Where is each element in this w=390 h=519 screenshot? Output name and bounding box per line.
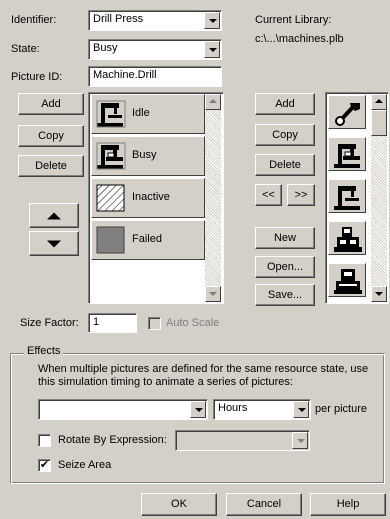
library-tile[interactable] — [328, 179, 366, 213]
size-factor-value: 1 — [93, 316, 100, 328]
rotate-expression-combo[interactable] — [175, 430, 310, 451]
rotate-label: Rotate By Expression: — [58, 434, 167, 446]
drill-press-busy-icon — [334, 144, 360, 168]
drill-press-icon — [96, 100, 126, 128]
state-label: State: — [11, 43, 40, 55]
library-prev-button[interactable]: << — [255, 184, 282, 206]
size-factor-label: Size Factor: — [20, 317, 79, 329]
cancel-button[interactable]: Cancel — [226, 493, 302, 516]
drill-press-busy-icon — [96, 142, 126, 170]
drill-press-icon — [334, 186, 360, 210]
scroll-thumb[interactable] — [371, 110, 387, 136]
add-picture-button[interactable]: Add — [18, 93, 84, 115]
per-picture-label: per picture — [315, 403, 367, 415]
scroll-down-icon[interactable] — [205, 286, 221, 302]
list-item-busy[interactable]: Busy — [91, 136, 205, 176]
picture-id-input[interactable]: Machine.Drill — [88, 66, 222, 87]
current-library-path: c:\...\machines.plb — [255, 33, 344, 45]
picture-list[interactable]: Idle Busy Inactive Failed — [88, 92, 224, 304]
library-scrollbar[interactable] — [371, 94, 387, 302]
library-tile[interactable] — [328, 263, 366, 297]
effects-title: Effects — [24, 345, 64, 357]
wrench-icon — [335, 103, 360, 126]
seize-area-label: Seize Area — [58, 459, 112, 471]
list-item-idle[interactable]: Idle — [91, 94, 205, 134]
chevron-down-icon[interactable] — [293, 401, 309, 418]
picture-label: Inactive — [132, 191, 170, 203]
identifier-combo[interactable]: Drill Press — [88, 10, 222, 31]
list-item-failed[interactable]: Failed — [91, 220, 205, 260]
picture-id-label: Picture ID: — [11, 71, 63, 83]
library-add-button[interactable]: Add — [255, 93, 315, 115]
library-tile[interactable] — [328, 95, 366, 129]
copy-picture-button[interactable]: Copy — [18, 125, 84, 147]
auto-scale-label: Auto Scale — [166, 317, 220, 329]
timing-combo[interactable] — [38, 399, 208, 420]
auto-scale-checkbox[interactable] — [148, 317, 161, 330]
move-up-button[interactable] — [29, 203, 79, 228]
list-item-inactive[interactable]: Inactive — [91, 178, 205, 218]
chevron-down-icon[interactable] — [204, 12, 220, 29]
picture-list-scrollbar[interactable] — [205, 94, 221, 302]
chevron-down-icon[interactable] — [190, 401, 206, 418]
library-save-button[interactable]: Save... — [255, 284, 315, 306]
library-new-button[interactable]: New — [255, 227, 315, 249]
gray-box-icon — [96, 226, 125, 254]
identifier-label: Identifier: — [11, 14, 57, 26]
library-tile[interactable] — [328, 221, 366, 255]
identifier-value: Drill Press — [93, 13, 144, 25]
picture-label: Busy — [132, 149, 157, 161]
library-tile[interactable] — [328, 137, 366, 171]
delete-picture-button[interactable]: Delete — [18, 155, 84, 177]
state-value: Busy — [93, 42, 118, 54]
library-copy-button[interactable]: Copy — [255, 124, 315, 146]
scroll-up-icon[interactable] — [205, 94, 221, 110]
hatched-box-icon — [96, 184, 125, 212]
chevron-down-icon[interactable] — [204, 41, 220, 58]
library-next-button[interactable]: >> — [287, 184, 315, 206]
library-delete-button[interactable]: Delete — [255, 154, 315, 176]
state-combo[interactable]: Busy — [88, 39, 222, 60]
checkmark-icon: ✔ — [39, 459, 50, 471]
units-combo[interactable]: Hours — [213, 399, 311, 420]
scroll-up-icon[interactable] — [371, 94, 387, 110]
machine-tool-icon — [334, 227, 362, 252]
seize-area-checkbox[interactable]: ✔ — [38, 459, 51, 472]
effects-description: When multiple pictures are defined for t… — [38, 363, 369, 388]
rotate-checkbox[interactable] — [38, 434, 51, 447]
picture-label: Idle — [132, 107, 150, 119]
press-machine-icon — [334, 269, 362, 294]
scroll-down-icon[interactable] — [371, 286, 387, 302]
chevron-down-icon[interactable] — [292, 432, 308, 449]
library-open-button[interactable]: Open... — [255, 256, 315, 278]
ok-button[interactable]: OK — [141, 493, 217, 516]
units-value: Hours — [218, 402, 248, 414]
picture-id-value: Machine.Drill — [93, 69, 157, 81]
move-down-button[interactable] — [29, 231, 79, 256]
help-button[interactable]: Help — [310, 493, 386, 516]
size-factor-input[interactable]: 1 — [88, 313, 137, 333]
current-library-label: Current Library: — [255, 14, 332, 26]
picture-label: Failed — [132, 233, 162, 245]
